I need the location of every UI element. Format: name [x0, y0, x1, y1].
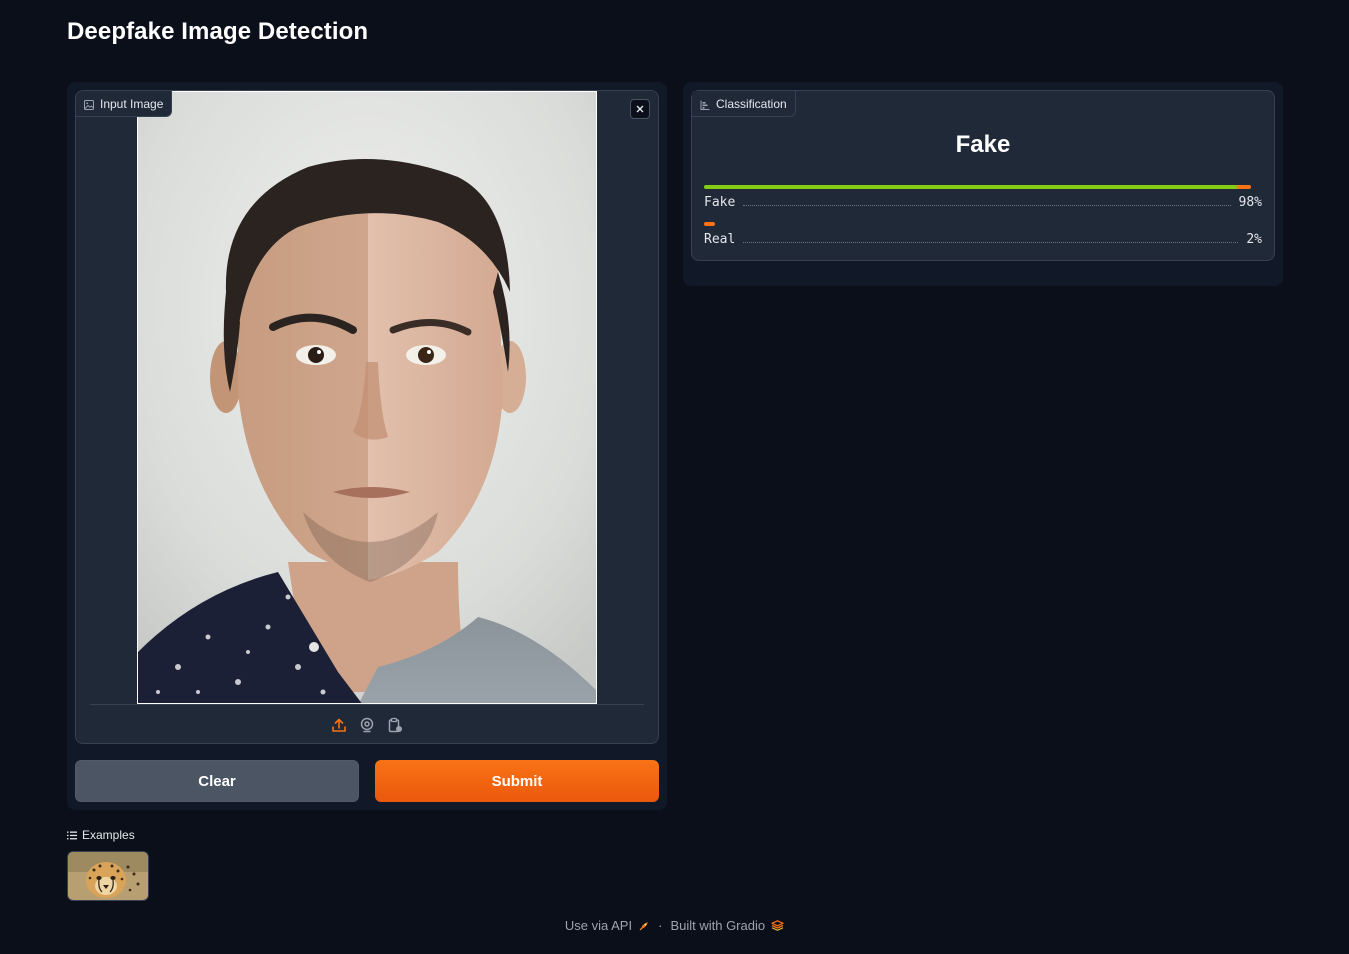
built-with-gradio-link[interactable]: Built with Gradio — [670, 918, 784, 933]
webcam-icon — [360, 717, 374, 732]
cheetah-thumbnail — [68, 852, 148, 900]
page: Deepfake Image Detection Input Image Cle… — [0, 0, 1349, 954]
upload-button[interactable] — [330, 716, 348, 734]
uploaded-image — [137, 91, 597, 704]
rocket-icon — [639, 921, 649, 930]
confidence-value-fake: 98% — [1238, 195, 1262, 210]
classification-block: Classification Fake Fake 98% Real 2% — [691, 90, 1275, 261]
image-input-block[interactable]: Input Image — [75, 90, 659, 744]
bar-chart-icon — [700, 99, 710, 110]
clear-button[interactable]: Clear — [75, 760, 359, 802]
app-title: Deepfake Image Detection — [67, 18, 369, 45]
confidence-bar-fake — [704, 185, 1251, 189]
confidence-bar-real — [704, 222, 716, 226]
close-icon — [636, 105, 644, 113]
footer: Use via API · Built with Gradio — [0, 918, 1349, 933]
footer-separator: · — [658, 918, 663, 933]
input-image-label-text: Input Image — [100, 96, 164, 111]
portrait-photo — [138, 92, 596, 703]
confidence-label-fake: Fake — [704, 195, 736, 210]
predicted-label: Fake — [955, 131, 1011, 158]
clear-image-button[interactable] — [630, 99, 650, 119]
upload-icon — [332, 718, 346, 732]
use-via-api-label: Use via API — [564, 918, 633, 933]
classification-label-text: Classification — [716, 96, 787, 111]
gradio-logo-icon — [771, 920, 784, 931]
input-panel: Input Image Clear Submit — [67, 82, 667, 810]
example-item-cheetah[interactable] — [67, 851, 149, 901]
built-with-gradio-label: Built with Gradio — [670, 918, 766, 933]
confidence-value-real: 2% — [1246, 232, 1262, 247]
clipboard-icon — [388, 717, 402, 732]
confidence-row-fake[interactable]: Fake 98% — [704, 185, 1262, 215]
webcam-button[interactable] — [358, 716, 376, 734]
image-source-bar — [90, 704, 644, 743]
list-icon — [67, 831, 77, 839]
clipboard-button[interactable] — [386, 716, 404, 734]
classification-label: Classification — [692, 91, 796, 117]
submit-button[interactable]: Submit — [375, 760, 659, 802]
image-icon — [84, 99, 94, 110]
input-image-label: Input Image — [76, 91, 173, 117]
output-panel: Classification Fake Fake 98% Real 2% — [683, 82, 1283, 286]
examples-label: Examples — [82, 828, 135, 842]
examples-header: Examples — [67, 828, 135, 842]
confidence-label-real: Real — [704, 232, 736, 247]
use-via-api-link[interactable]: Use via API — [565, 918, 650, 933]
confidence-row-real[interactable]: Real 2% — [704, 222, 1262, 252]
